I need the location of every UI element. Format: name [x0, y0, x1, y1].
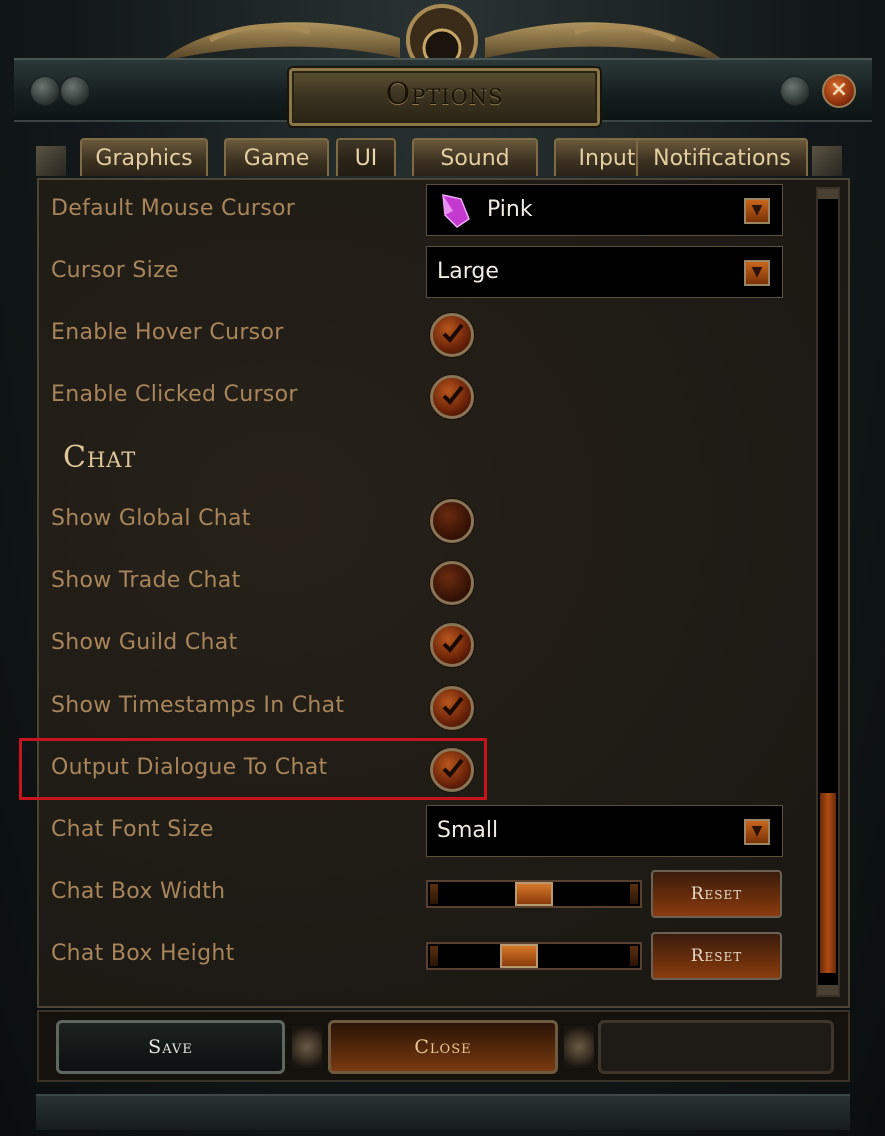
- slider-end-right: [630, 884, 638, 904]
- slider-end-right: [630, 946, 638, 966]
- pink-gem-icon: [442, 194, 470, 228]
- chat-box-width-slider[interactable]: [426, 880, 642, 908]
- slider-end-left: [430, 946, 438, 966]
- cursor-size-value: Large: [437, 259, 499, 284]
- show-timestamps-checkbox[interactable]: [430, 686, 474, 730]
- slider-end-left: [430, 884, 438, 904]
- tab-bar: Graphics Game UI Sound Input Notificatio…: [40, 138, 850, 180]
- enable-hover-cursor-checkbox[interactable]: [430, 313, 474, 357]
- tab-game[interactable]: Game: [224, 138, 329, 176]
- chat-box-height-label: Chat Box Height: [51, 941, 235, 966]
- close-window-icon[interactable]: ×: [822, 74, 856, 108]
- tab-ui[interactable]: UI: [336, 138, 396, 176]
- show-global-chat-label: Show Global Chat: [51, 506, 251, 531]
- close-button[interactable]: Close: [328, 1020, 558, 1074]
- show-global-chat-checkbox[interactable]: [430, 499, 474, 543]
- chat-font-size-label: Chat Font Size: [51, 817, 214, 842]
- cursor-size-label: Cursor Size: [51, 258, 179, 283]
- rivet-icon: [60, 76, 90, 106]
- show-guild-chat-checkbox[interactable]: [430, 623, 474, 667]
- tab-notifications[interactable]: Notifications: [636, 138, 808, 176]
- checkmark-icon: [442, 633, 464, 653]
- title-plate: Options: [289, 68, 600, 126]
- rosette-ornament-icon: [564, 1026, 594, 1068]
- show-trade-chat-label: Show Trade Chat: [51, 568, 241, 593]
- chat-font-size-value: Small: [437, 818, 499, 843]
- tab-sound[interactable]: Sound: [412, 138, 538, 176]
- chevron-down-icon[interactable]: ▼: [744, 198, 770, 224]
- chat-box-width-slider-handle[interactable]: [515, 882, 553, 906]
- chat-box-height-slider[interactable]: [426, 942, 642, 970]
- show-trade-chat-checkbox[interactable]: [430, 561, 474, 605]
- checkmark-icon: [442, 696, 464, 716]
- tab-graphics[interactable]: Graphics: [80, 138, 208, 176]
- default-mouse-cursor-dropdown[interactable]: Pink ▼: [426, 184, 783, 236]
- show-guild-chat-label: Show Guild Chat: [51, 630, 238, 655]
- empty-button-slot: [598, 1020, 834, 1074]
- chat-box-height-slider-handle[interactable]: [499, 944, 538, 968]
- enable-hover-cursor-label: Enable Hover Cursor: [51, 320, 284, 345]
- chat-font-size-dropdown[interactable]: Small ▼: [426, 805, 783, 857]
- rivet-icon: [30, 76, 60, 106]
- rosette-ornament-icon: [292, 1026, 322, 1068]
- bottom-frame-strip: [36, 1094, 850, 1130]
- highlight-box: [19, 738, 487, 800]
- scrollbar-thumb[interactable]: [820, 793, 836, 973]
- cursor-size-dropdown[interactable]: Large ▼: [426, 246, 783, 298]
- chat-section-heading: Chat: [63, 440, 137, 475]
- chevron-down-icon[interactable]: ▼: [744, 260, 770, 286]
- chevron-down-icon[interactable]: ▼: [744, 819, 770, 845]
- enable-clicked-cursor-label: Enable Clicked Cursor: [51, 382, 298, 407]
- reset-chat-box-width-button[interactable]: Reset: [651, 870, 782, 918]
- chat-box-width-label: Chat Box Width: [51, 879, 226, 904]
- window-title: Options: [385, 77, 504, 112]
- scroll-up-cap[interactable]: [818, 189, 838, 199]
- default-mouse-cursor-label: Default Mouse Cursor: [51, 196, 296, 221]
- enable-clicked-cursor-checkbox[interactable]: [430, 375, 474, 419]
- rivet-icon: [780, 76, 810, 106]
- default-mouse-cursor-value: Pink: [487, 197, 533, 222]
- checkmark-icon: [442, 323, 464, 343]
- save-button[interactable]: Save: [56, 1020, 285, 1074]
- reset-chat-box-height-button[interactable]: Reset: [651, 932, 782, 980]
- show-timestamps-label: Show Timestamps In Chat: [51, 693, 345, 718]
- scroll-down-cap[interactable]: [818, 985, 838, 995]
- settings-scrollbar[interactable]: [816, 187, 840, 997]
- checkmark-icon: [442, 385, 464, 405]
